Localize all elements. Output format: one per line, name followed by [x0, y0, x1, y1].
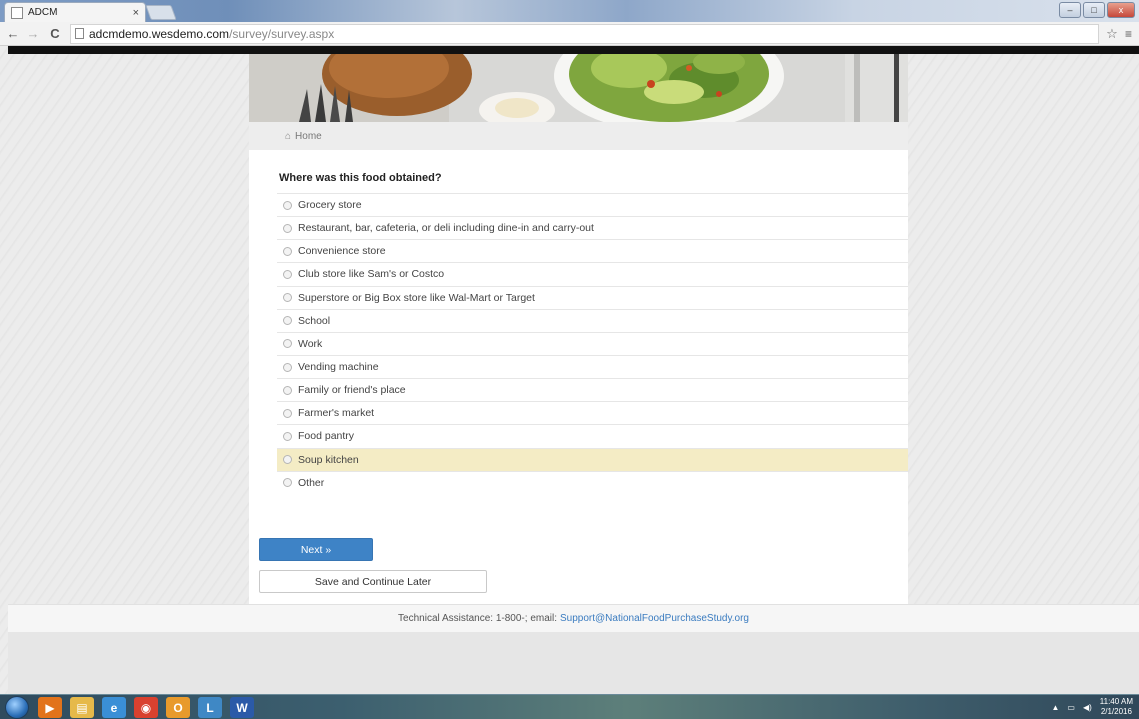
tab-close-icon[interactable]: × — [133, 7, 139, 19]
radio-button[interactable] — [283, 223, 292, 233]
radio-button[interactable] — [283, 269, 292, 279]
new-tab-button[interactable] — [145, 5, 177, 20]
forward-arrow-icon[interactable]: → — [26, 26, 40, 41]
answer-option[interactable]: Restaurant, bar, cafeteria, or deli incl… — [277, 216, 908, 239]
breadcrumb: ⌂ Home — [249, 122, 908, 150]
clock[interactable]: 11:40 AM 2/1/2016 — [1100, 697, 1133, 717]
radio-button[interactable] — [283, 339, 292, 349]
page-icon — [75, 28, 84, 39]
url-host: adcmdemo.wesdemo.com — [89, 26, 230, 41]
windows-taskbar: ▶ ▤ e ◉ O L W ▲ ▭ ◀) 11:40 AM 2/1/2016 — [0, 694, 1139, 719]
app-icon[interactable]: O — [166, 697, 190, 718]
close-window-button[interactable]: x — [1107, 2, 1135, 18]
radio-button[interactable] — [283, 200, 292, 210]
answer-option-label: Farmer's market — [298, 407, 375, 420]
lync-icon[interactable]: L — [198, 697, 222, 718]
answer-option[interactable]: Vending machine — [277, 354, 908, 378]
system-tray: ▲ ▭ ◀) 11:40 AM 2/1/2016 — [1051, 697, 1133, 717]
back-arrow-icon[interactable]: ← — [6, 26, 20, 41]
answer-options-list: Grocery store Restaurant, bar, cafeteria,… — [277, 193, 908, 494]
word-icon[interactable]: W — [230, 697, 254, 718]
reload-icon[interactable]: C — [48, 26, 62, 41]
file-explorer-icon[interactable]: ▤ — [70, 697, 94, 718]
site-top-bar — [8, 46, 1139, 54]
radio-button[interactable] — [283, 246, 292, 256]
support-email-link[interactable]: Support@NationalFoodPurchaseStudy.org — [560, 613, 749, 624]
start-button-icon[interactable] — [5, 696, 29, 719]
home-icon: ⌂ — [285, 130, 292, 142]
radio-button[interactable] — [283, 316, 292, 326]
chrome-icon[interactable]: ◉ — [134, 697, 158, 718]
answer-option[interactable]: Superstore or Big Box store like Wal-Mar… — [277, 285, 908, 309]
bookmark-star-icon[interactable]: ☆ — [1099, 26, 1125, 42]
browser-toolbar: ← → C adcmdemo.wesdemo.com/survey/survey… — [0, 22, 1139, 46]
answer-option[interactable]: Other — [277, 470, 908, 494]
minimize-button[interactable]: – — [1059, 2, 1081, 18]
question-text: Where was this food obtained? — [279, 172, 442, 184]
radio-button[interactable] — [283, 293, 292, 303]
radio-button[interactable] — [283, 431, 292, 441]
answer-option[interactable]: Soup kitchen — [277, 447, 908, 471]
browser-tabstrip: ADCM × – □ x — [0, 0, 1139, 22]
maximize-button[interactable]: □ — [1083, 2, 1105, 18]
tray-expand-icon[interactable]: ▲ — [1051, 703, 1059, 712]
answer-option-label: Restaurant, bar, cafeteria, or deli incl… — [298, 222, 594, 235]
page-favicon-icon — [11, 6, 23, 19]
answer-option[interactable]: Convenience store — [277, 239, 908, 262]
radio-button[interactable] — [283, 362, 292, 372]
answer-option-label: Food pantry — [298, 430, 355, 443]
header-banner-image — [249, 54, 908, 122]
answer-option-label: Grocery store — [298, 199, 362, 212]
food-banner-illustration — [249, 54, 908, 122]
address-bar[interactable]: adcmdemo.wesdemo.com/survey/survey.aspx — [70, 23, 1099, 44]
survey-panel: Where was this food obtained? Grocery st… — [249, 150, 908, 604]
page-bottom-area — [8, 632, 1139, 694]
answer-option-label: Other — [298, 476, 325, 489]
internet-explorer-icon[interactable]: e — [102, 697, 126, 718]
radio-button[interactable] — [283, 478, 292, 488]
answer-option[interactable]: Club store like Sam's or Costco — [277, 262, 908, 285]
answer-option-label: Vending machine — [298, 361, 379, 374]
answer-option[interactable]: Farmer's market — [277, 401, 908, 424]
browser-menu-icon[interactable]: ≡ — [1125, 27, 1137, 41]
answer-option-label: School — [298, 314, 331, 327]
answer-option[interactable]: School — [277, 308, 908, 332]
page-footer: Technical Assistance: 1-800-; email: Sup… — [8, 604, 1139, 632]
clock-date: 2/1/2016 — [1100, 707, 1132, 716]
answer-option-label: Club store like Sam's or Costco — [298, 268, 445, 281]
browser-tab-adcm[interactable]: ADCM × — [4, 2, 146, 22]
answer-option[interactable]: Food pantry — [277, 424, 908, 447]
answer-option-label: Family or friend's place — [298, 384, 406, 397]
media-player-icon[interactable]: ▶ — [38, 697, 62, 718]
answer-option-label: Soup kitchen — [298, 453, 359, 466]
answer-option-label: Superstore or Big Box store like Wal-Mar… — [298, 291, 535, 304]
tab-title: ADCM — [28, 7, 58, 18]
radio-button[interactable] — [283, 455, 292, 465]
answer-option-label: Convenience store — [298, 245, 386, 258]
page-viewport: ⌂ Home Where was this food obtained? Gro… — [0, 46, 1139, 694]
volume-icon[interactable]: ◀) — [1083, 703, 1092, 712]
footer-assistance-text: Technical Assistance: 1-800-; email: — [398, 613, 557, 624]
answer-option[interactable]: Grocery store — [277, 193, 908, 216]
clock-time: 11:40 AM — [1099, 697, 1133, 706]
save-continue-later-button[interactable]: Save and Continue Later — [259, 570, 487, 593]
window-controls: – □ x — [1059, 2, 1135, 18]
breadcrumb-home-link[interactable]: Home — [295, 131, 322, 142]
url-path: /survey/survey.aspx — [229, 26, 335, 41]
network-icon[interactable]: ▭ — [1067, 703, 1075, 712]
answer-option[interactable]: Family or friend's place — [277, 378, 908, 401]
answer-option-label: Work — [298, 337, 323, 350]
radio-button[interactable] — [283, 385, 292, 395]
answer-option[interactable]: Work — [277, 331, 908, 355]
radio-button[interactable] — [283, 408, 292, 418]
next-button[interactable]: Next » — [259, 538, 373, 561]
